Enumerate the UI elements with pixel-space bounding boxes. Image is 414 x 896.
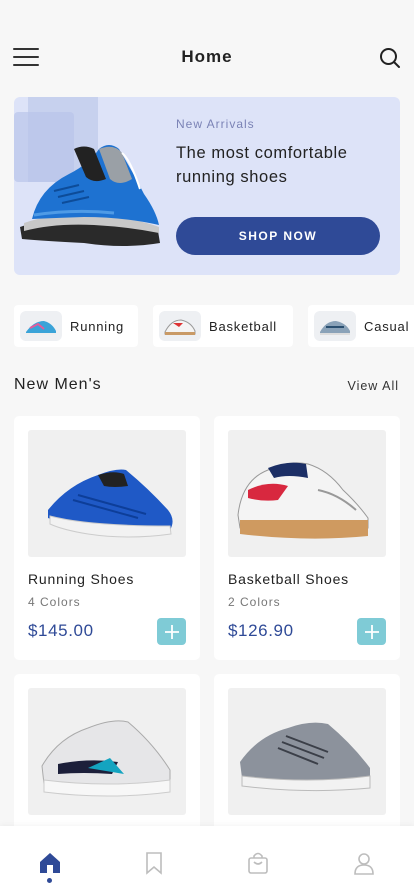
promo-banner: New Arrivals The most comfortable runnin…: [14, 97, 400, 275]
product-card[interactable]: [214, 674, 400, 834]
basketball-shoe-thumbnail: [159, 311, 201, 341]
category-label: Casual: [364, 318, 410, 334]
category-chip-running[interactable]: Running: [14, 305, 138, 347]
plus-icon: [364, 624, 379, 639]
product-name: Basketball Shoes: [228, 571, 349, 587]
running-shoe-thumbnail: [20, 311, 62, 341]
product-colors: 4 Colors: [28, 595, 81, 609]
search-icon[interactable]: [378, 46, 402, 70]
category-label: Basketball: [209, 318, 277, 334]
add-to-cart-button[interactable]: [157, 618, 186, 645]
product-colors: 2 Colors: [228, 595, 281, 609]
nav-cart[interactable]: [243, 848, 273, 878]
nav-home[interactable]: [35, 848, 65, 878]
product-card[interactable]: Basketball Shoes 2 Colors $126.90: [214, 416, 400, 660]
bottom-navigation: [0, 826, 414, 896]
banner-shoe-image: [20, 145, 160, 246]
banner-headline: The most comfortable running shoes: [176, 144, 348, 186]
add-to-cart-button[interactable]: [357, 618, 386, 645]
category-list: Running Basketball Casual: [14, 305, 414, 347]
nav-profile[interactable]: [349, 848, 379, 878]
product-image: [228, 430, 386, 557]
product-image: [228, 688, 386, 815]
profile-icon: [354, 853, 374, 875]
banner-tag: New Arrivals: [176, 117, 255, 131]
category-chip-basketball[interactable]: Basketball: [153, 305, 293, 347]
product-card[interactable]: [14, 674, 200, 834]
plus-icon: [164, 624, 179, 639]
view-all-link[interactable]: View All: [347, 379, 399, 393]
category-chip-casual[interactable]: Casual: [308, 305, 414, 347]
product-image: [28, 430, 186, 557]
product-card[interactable]: Running Shoes 4 Colors $145.00: [14, 416, 200, 660]
shopping-bag-icon: [248, 852, 268, 874]
product-price: $126.90: [228, 621, 294, 640]
active-indicator: [47, 878, 52, 883]
app-header: Home: [0, 0, 414, 100]
nav-bookmarks[interactable]: [139, 848, 169, 878]
product-name: Running Shoes: [28, 571, 135, 587]
bookmark-icon: [146, 852, 162, 875]
category-label: Running: [70, 318, 125, 334]
shop-now-button[interactable]: SHOP NOW: [176, 217, 380, 255]
casual-shoe-thumbnail: [314, 311, 356, 341]
home-icon: [40, 853, 60, 873]
section-title: New Men's: [14, 376, 102, 393]
page-title: Home: [181, 47, 233, 66]
product-price: $145.00: [28, 621, 94, 640]
product-image: [28, 688, 186, 815]
